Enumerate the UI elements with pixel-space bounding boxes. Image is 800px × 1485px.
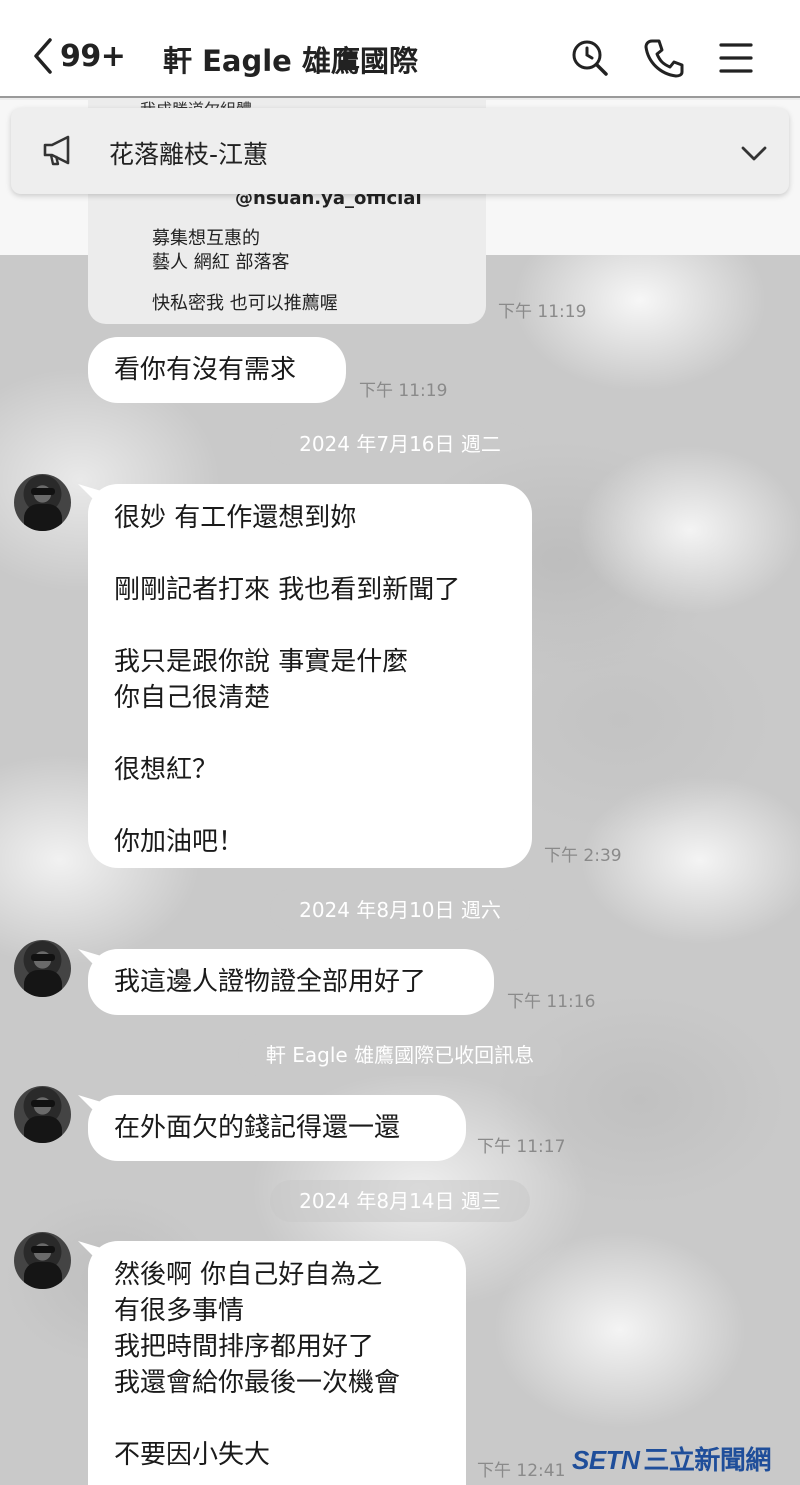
image-caption-line: 快私密我 也可以推薦喔 bbox=[152, 293, 338, 314]
message-text: 你加油吧！ bbox=[114, 827, 245, 857]
setn-watermark: SETN 三立新聞網 bbox=[572, 1440, 771, 1477]
message-bubble[interactable]: 在外面欠的錢記得還一還 bbox=[88, 1095, 466, 1161]
date-separator: 2024 年7月16日 週二 bbox=[270, 423, 530, 465]
back-chevron-icon bbox=[28, 36, 56, 76]
avatar[interactable] bbox=[14, 1232, 71, 1289]
message-text: 有很多事情 bbox=[114, 1296, 245, 1326]
message-text: 我把時間排序都用好了 bbox=[114, 1332, 375, 1362]
message-time: 下午 11:16 bbox=[507, 992, 596, 1012]
message-text bbox=[114, 608, 506, 644]
message-text: 剛剛記者打來 我也看到新聞了 bbox=[114, 575, 461, 605]
message-text: 很妙 有工作還想到妳 bbox=[114, 503, 357, 533]
message-time: 下午 11:17 bbox=[477, 1137, 566, 1157]
message-text: 我這邊人證物證全部用好了 bbox=[114, 967, 427, 997]
message-text: 看你有沒有需求 bbox=[114, 355, 297, 385]
announcement-banner[interactable]: 花落離枝-江蕙 bbox=[11, 108, 789, 194]
message-text: 在外面欠的錢記得還一還 bbox=[114, 1113, 401, 1143]
message-text bbox=[114, 536, 506, 572]
avatar[interactable] bbox=[14, 940, 71, 997]
system-notice: 軒 Eagle 雄鷹國際已收回訊息 bbox=[238, 1034, 562, 1076]
search-icon[interactable] bbox=[568, 36, 612, 80]
message-bubble[interactable]: 我這邊人證物證全部用好了 bbox=[88, 949, 494, 1015]
avatar[interactable] bbox=[14, 474, 71, 531]
message-time: 下午 2:39 bbox=[544, 846, 622, 866]
message-time: 下午 12:41 bbox=[477, 1461, 566, 1481]
menu-icon[interactable] bbox=[714, 36, 758, 80]
megaphone-icon bbox=[41, 132, 77, 172]
message-text: 我還會給你最後一次機會 bbox=[114, 1368, 401, 1398]
image-caption-line: 藝人 網紅 部落客 bbox=[152, 252, 290, 273]
back-button[interactable]: 99+ bbox=[28, 32, 126, 80]
message-bubble[interactable]: 然後啊 你自己好自為之 有很多事情 我把時間排序都用好了 我還會給你最後一次機會… bbox=[88, 1241, 466, 1485]
message-text bbox=[114, 1401, 440, 1437]
watermark-cn: 三立新聞網 bbox=[643, 1445, 771, 1475]
image-caption-line: 募集想互惠的 bbox=[152, 228, 260, 249]
message-text bbox=[114, 788, 506, 824]
message-text: 我只是跟你說 事實是什麼 bbox=[114, 647, 409, 677]
message-text bbox=[114, 716, 506, 752]
message-time: 下午 11:19 bbox=[359, 381, 448, 401]
chat-title: 軒 Eagle 雄鷹國際 bbox=[163, 44, 418, 78]
phone-icon[interactable] bbox=[642, 36, 686, 80]
chevron-down-icon[interactable] bbox=[739, 138, 769, 172]
watermark-latin: SETN bbox=[572, 1445, 640, 1475]
announcement-text: 花落離枝-江蕙 bbox=[109, 140, 269, 169]
message-bubble[interactable]: 很妙 有工作還想到妳 剛剛記者打來 我也看到新聞了 我只是跟你說 事實是什麼 你… bbox=[88, 484, 532, 868]
message-text: 很想紅？ bbox=[114, 755, 219, 785]
date-separator: 2024 年8月14日 週三 bbox=[270, 1180, 530, 1222]
message-text: 你自己很清楚 bbox=[114, 683, 271, 713]
message-time: 下午 11:19 bbox=[498, 302, 587, 322]
message-bubble[interactable]: 看你有沒有需求 bbox=[88, 337, 346, 403]
message-text: 然後啊 你自己好自為之 bbox=[114, 1260, 383, 1290]
date-separator: 2024 年8月10日 週六 bbox=[270, 889, 530, 931]
message-text: 不要因小失大 bbox=[114, 1440, 271, 1470]
unread-count: 99+ bbox=[60, 38, 126, 74]
avatar[interactable] bbox=[14, 1086, 71, 1143]
chat-header: 99+ 軒 Eagle 雄鷹國際 bbox=[0, 0, 800, 98]
